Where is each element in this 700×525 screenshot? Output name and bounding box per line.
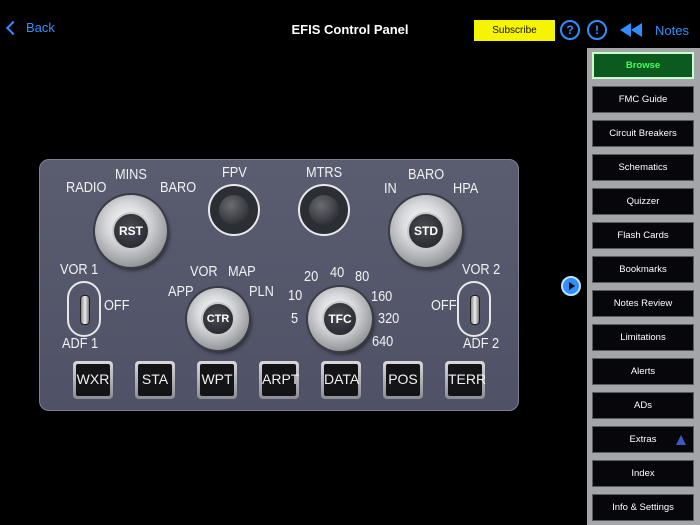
notes-button[interactable]: Notes bbox=[655, 23, 689, 38]
key-label: WPT bbox=[200, 364, 234, 396]
wxr-key[interactable]: WXR bbox=[73, 361, 113, 399]
key-label: TERR bbox=[448, 364, 486, 396]
sidebar-item-label: Extras bbox=[629, 434, 657, 445]
wpt-key[interactable]: WPT bbox=[197, 361, 237, 399]
top-bar: Back EFIS Control Panel Subscribe ? ! No… bbox=[0, 0, 700, 50]
sidebar-item-schematics[interactable]: Schematics bbox=[592, 154, 694, 181]
sidebar-item-circuit-breakers[interactable]: Circuit Breakers bbox=[592, 120, 694, 147]
chevron-left-icon bbox=[5, 20, 21, 35]
sidebar-item-limitations[interactable]: Limitations bbox=[592, 324, 694, 351]
chevron-right-icon[interactable] bbox=[561, 276, 581, 296]
arpt-key[interactable]: ARPT bbox=[259, 361, 299, 399]
sidebar-item-alerts[interactable]: Alerts bbox=[592, 358, 694, 385]
mode-selector-knob[interactable]: CTR bbox=[187, 288, 249, 350]
sidebar-item-quizzer[interactable]: Quizzer bbox=[592, 188, 694, 215]
sidebar-item-extras[interactable]: Extras bbox=[592, 426, 694, 453]
mtrs-button[interactable] bbox=[298, 184, 350, 236]
ctr-button[interactable]: CTR bbox=[201, 302, 235, 336]
key-label: POS bbox=[386, 364, 420, 396]
std-button[interactable]: STD bbox=[407, 212, 445, 250]
sidebar-item-bookmarks[interactable]: Bookmarks bbox=[592, 256, 694, 283]
tfc-button[interactable]: TFC bbox=[322, 301, 358, 337]
sidebar-item-browse[interactable]: Browse bbox=[592, 52, 694, 79]
triangle-up-icon bbox=[676, 435, 686, 445]
vor-adf-1-switch[interactable] bbox=[67, 281, 101, 337]
key-label: STA bbox=[138, 364, 172, 396]
range-selector-knob[interactable]: TFC bbox=[308, 287, 372, 351]
baro-knob[interactable]: STD bbox=[390, 195, 462, 267]
alert-icon[interactable]: ! bbox=[587, 20, 607, 40]
sidebar-item-ads[interactable]: ADs bbox=[592, 392, 694, 419]
sidebar-item-index[interactable]: Index bbox=[592, 460, 694, 487]
pos-key[interactable]: POS bbox=[383, 361, 423, 399]
vor-adf-2-switch[interactable] bbox=[457, 281, 491, 337]
key-label: WXR bbox=[76, 364, 110, 396]
fpv-button[interactable] bbox=[208, 184, 260, 236]
sidebar-item-flash-cards[interactable]: Flash Cards bbox=[592, 222, 694, 249]
sidebar-item-info-settings[interactable]: Info & Settings bbox=[592, 494, 694, 521]
sidebar-item-notes-review[interactable]: Notes Review bbox=[592, 290, 694, 317]
rst-button[interactable]: RST bbox=[112, 212, 150, 250]
rewind-icon[interactable] bbox=[620, 23, 642, 37]
back-button[interactable]: Back bbox=[5, 20, 55, 35]
key-label: ARPT bbox=[262, 364, 299, 396]
help-icon[interactable]: ? bbox=[560, 20, 580, 40]
terr-key[interactable]: TERR bbox=[445, 361, 486, 399]
sidebar-menu: Browse FMC Guide Circuit Breakers Schema… bbox=[587, 48, 700, 525]
sidebar-item-fmc-guide[interactable]: FMC Guide bbox=[592, 86, 694, 113]
data-key[interactable]: DATA bbox=[321, 361, 361, 399]
back-label: Back bbox=[26, 20, 55, 35]
sta-key[interactable]: STA bbox=[135, 361, 175, 399]
minimums-knob[interactable]: RST bbox=[95, 195, 167, 267]
subscribe-button[interactable]: Subscribe bbox=[474, 20, 555, 41]
key-label: DATA bbox=[324, 364, 359, 396]
